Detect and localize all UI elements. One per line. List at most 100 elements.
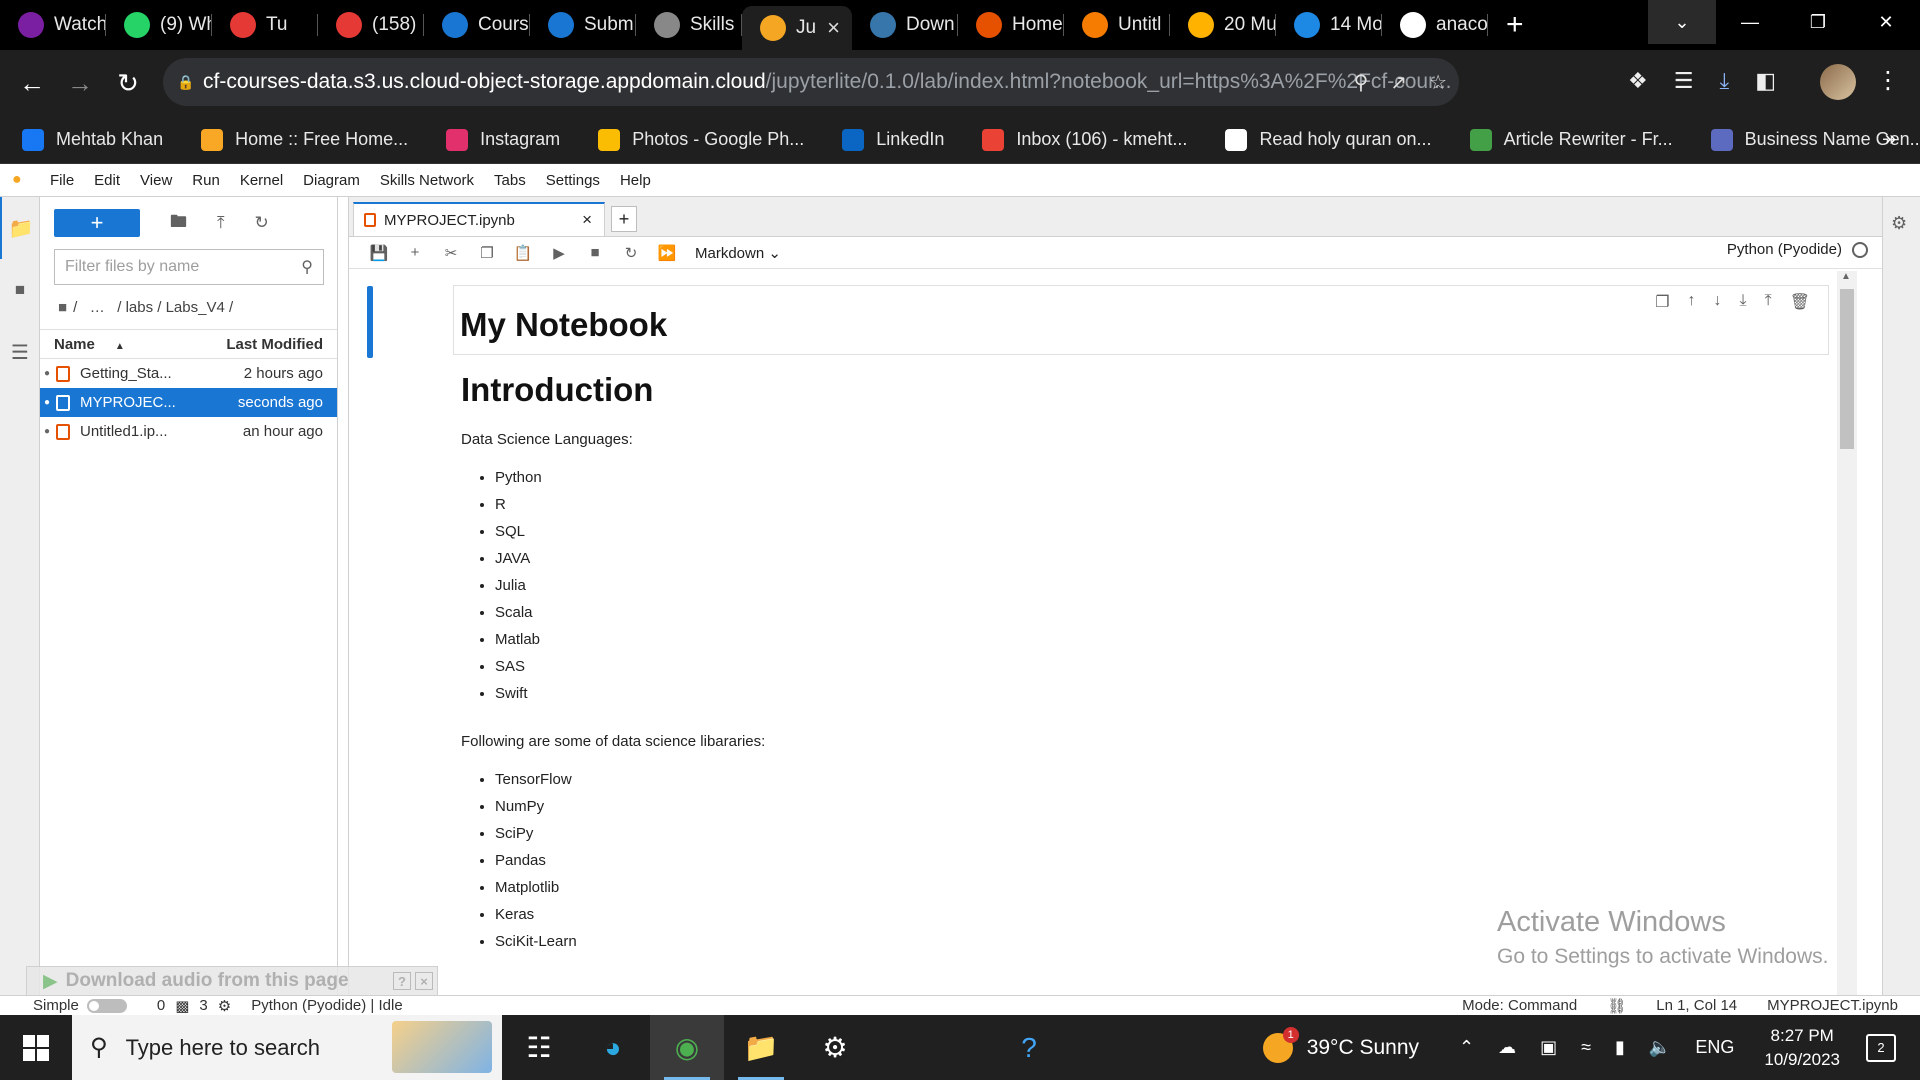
running-kernels-icon[interactable]: ⏹ <box>0 259 40 321</box>
bookmark-item[interactable]: Mehtab Khan <box>22 128 163 151</box>
insert-below-icon[interactable]: ⤒ <box>1765 292 1772 312</box>
reload-button[interactable]: ↻ <box>112 67 144 99</box>
battery-icon[interactable]: ▮ <box>1615 1037 1625 1058</box>
menu-edit[interactable]: Edit <box>94 172 120 189</box>
browser-tab[interactable]: Cours <box>424 0 530 50</box>
menu-tabs[interactable]: Tabs <box>494 172 526 189</box>
kernel-indicator[interactable]: Python (Pyodide) <box>1727 241 1868 258</box>
browser-tab[interactable]: Down <box>852 0 958 50</box>
close-tab-icon[interactable]: × <box>827 15 840 41</box>
menu-file[interactable]: File <box>50 172 74 189</box>
insert-cell-icon[interactable]: + <box>397 244 433 261</box>
browser-tab[interactable]: Skills <box>636 0 742 50</box>
browser-tab[interactable]: (9) Wh <box>106 0 212 50</box>
download-icon[interactable]: ⤓ <box>1719 68 1729 94</box>
restore-icon[interactable]: ❐ <box>1784 0 1852 44</box>
taskbar-search[interactable]: ⚲ Type here to search <box>72 1015 502 1080</box>
task-view-icon[interactable]: ☷ <box>502 1015 576 1080</box>
file-explorer-icon[interactable]: 📁 <box>724 1015 798 1080</box>
browser-tab[interactable]: anaco <box>1382 0 1488 50</box>
kernel-status[interactable]: Python (Pyodide) | Idle <box>251 997 402 1014</box>
browser-tab[interactable]: Home <box>958 0 1064 50</box>
new-launcher-button[interactable]: + <box>54 209 140 237</box>
menu-diagram[interactable]: Diagram <box>303 172 360 189</box>
tab-search-icon[interactable]: ⌄ <box>1648 0 1716 44</box>
menu-skills-network[interactable]: Skills Network <box>380 172 474 189</box>
simple-mode-toggle[interactable] <box>86 998 127 1013</box>
new-folder-icon[interactable]: 🖿 <box>170 209 187 238</box>
cut-icon[interactable]: ✂ <box>433 244 469 262</box>
title-cell[interactable]: My Notebook ❐ ↑ ↓ ⤓ ⤒ 🗑 <box>453 285 1829 355</box>
breadcrumb-path[interactable]: / … / labs / Labs_V4 / <box>73 299 233 316</box>
media-icon[interactable]: ☰ <box>1674 68 1694 94</box>
scrollbar-thumb[interactable] <box>1840 289 1854 449</box>
bookmark-star-icon[interactable]: ☆ <box>1429 70 1447 95</box>
bookmark-item[interactable]: Instagram <box>446 128 560 151</box>
upload-icon[interactable]: ⤒ <box>217 213 225 233</box>
bookmark-item[interactable]: Photos - Google Ph... <box>598 128 804 151</box>
bookmark-item[interactable]: LinkedIn <box>842 128 944 151</box>
menu-settings[interactable]: Settings <box>546 172 600 189</box>
restart-icon[interactable]: ↻ <box>613 244 649 262</box>
chrome-menu-icon[interactable]: ⋮ <box>1876 66 1900 95</box>
file-row[interactable]: ● MYPROJEC... seconds ago <box>40 388 337 417</box>
notebook-scrollbar[interactable]: ▲ ▼ <box>1837 271 1857 1015</box>
menu-help[interactable]: Help <box>620 172 651 189</box>
name-column-header[interactable]: Name ▲ <box>54 336 226 353</box>
stop-icon[interactable]: ■ <box>577 244 613 261</box>
address-bar[interactable]: 🔒 cf-courses-data.s3.us.cloud-object-sto… <box>163 58 1459 106</box>
bookmark-item[interactable]: Inbox (106) - kmeht... <box>982 128 1187 151</box>
move-down-icon[interactable]: ↓ <box>1714 292 1722 312</box>
share-icon[interactable]: ↗ <box>1390 70 1407 95</box>
menu-run[interactable]: Run <box>192 172 220 189</box>
profile-avatar[interactable] <box>1820 64 1856 100</box>
browser-tab[interactable]: Ju × <box>742 6 852 50</box>
cell-type-select[interactable]: Markdown ⌄ <box>695 244 781 262</box>
browser-tab[interactable]: Untitl <box>1064 0 1170 50</box>
onedrive-icon[interactable]: ☁ <box>1498 1037 1516 1058</box>
paste-icon[interactable]: 📋 <box>505 244 541 262</box>
copy-icon[interactable]: ❐ <box>469 244 505 262</box>
run-all-icon[interactable]: ⏩ <box>649 244 685 262</box>
back-button[interactable]: ← <box>16 67 48 99</box>
refresh-icon[interactable]: ↻ <box>255 213 269 233</box>
menu-kernel[interactable]: Kernel <box>240 172 283 189</box>
bookmark-item[interactable]: Home :: Free Home... <box>201 128 408 151</box>
folder-icon[interactable]: ■ <box>58 299 67 316</box>
chevron-up-icon[interactable]: ⌃ <box>1459 1037 1474 1058</box>
last-modified-column-header[interactable]: Last Modified <box>226 336 323 353</box>
help-icon[interactable]: ? <box>393 972 411 990</box>
close-tab-icon[interactable]: × <box>582 210 592 230</box>
meet-icon[interactable]: ▣ <box>1540 1037 1557 1058</box>
filter-files-input[interactable] <box>65 258 302 276</box>
language-indicator[interactable]: ENG <box>1695 1037 1734 1058</box>
minimize-icon[interactable]: — <box>1716 0 1784 44</box>
table-of-contents-icon[interactable]: ☰ <box>0 321 40 383</box>
menu-view[interactable]: View <box>140 172 172 189</box>
browser-tab[interactable]: 20 Mu <box>1170 0 1276 50</box>
browser-tab[interactable]: Tu <box>212 0 318 50</box>
new-tab-button[interactable]: + <box>1506 8 1546 42</box>
insert-above-icon[interactable]: ⤓ <box>1740 292 1747 312</box>
file-row[interactable]: ● Getting_Sta... 2 hours ago <box>40 359 337 388</box>
add-tab-button[interactable]: + <box>611 206 637 232</box>
volume-icon[interactable]: 🔈 <box>1649 1037 1671 1058</box>
close-icon[interactable]: × <box>415 972 433 990</box>
browser-tab[interactable]: (158) <box>318 0 424 50</box>
browser-tab[interactable]: Watch <box>0 0 106 50</box>
bookmark-item[interactable]: Article Rewriter - Fr... <box>1469 128 1673 151</box>
notifications-button[interactable]: 2 <box>1866 1033 1896 1062</box>
browser-tab[interactable]: Subm <box>530 0 636 50</box>
property-inspector-icon[interactable]: ⚙ <box>1891 213 1920 234</box>
download-audio-popup[interactable]: ▶ Download audio from this page ? × <box>26 966 438 996</box>
chrome-icon[interactable]: ◉ <box>650 1015 724 1080</box>
clock[interactable]: 8:27 PM 10/9/2023 <box>1764 1024 1840 1072</box>
start-button[interactable] <box>0 1015 72 1080</box>
edge-icon[interactable]: ◕ <box>576 1015 650 1080</box>
cursor-position[interactable]: Ln 1, Col 14 <box>1656 997 1737 1015</box>
close-window-icon[interactable]: ✕ <box>1852 0 1920 44</box>
settings-icon[interactable]: ⚙ <box>798 1015 872 1080</box>
weather-widget[interactable]: 39°C Sunny <box>1262 1026 1419 1063</box>
bookmark-item[interactable]: Read holy quran on... <box>1225 128 1432 151</box>
duplicate-cell-icon[interactable]: ❐ <box>1655 292 1669 312</box>
